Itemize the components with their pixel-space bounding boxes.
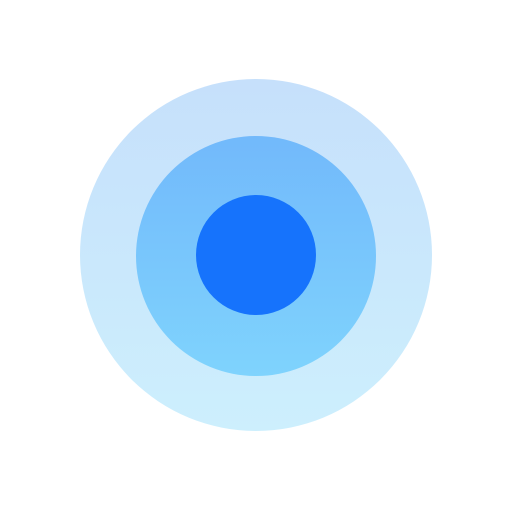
core-dot-icon	[196, 195, 316, 315]
icon-canvas	[0, 0, 512, 512]
